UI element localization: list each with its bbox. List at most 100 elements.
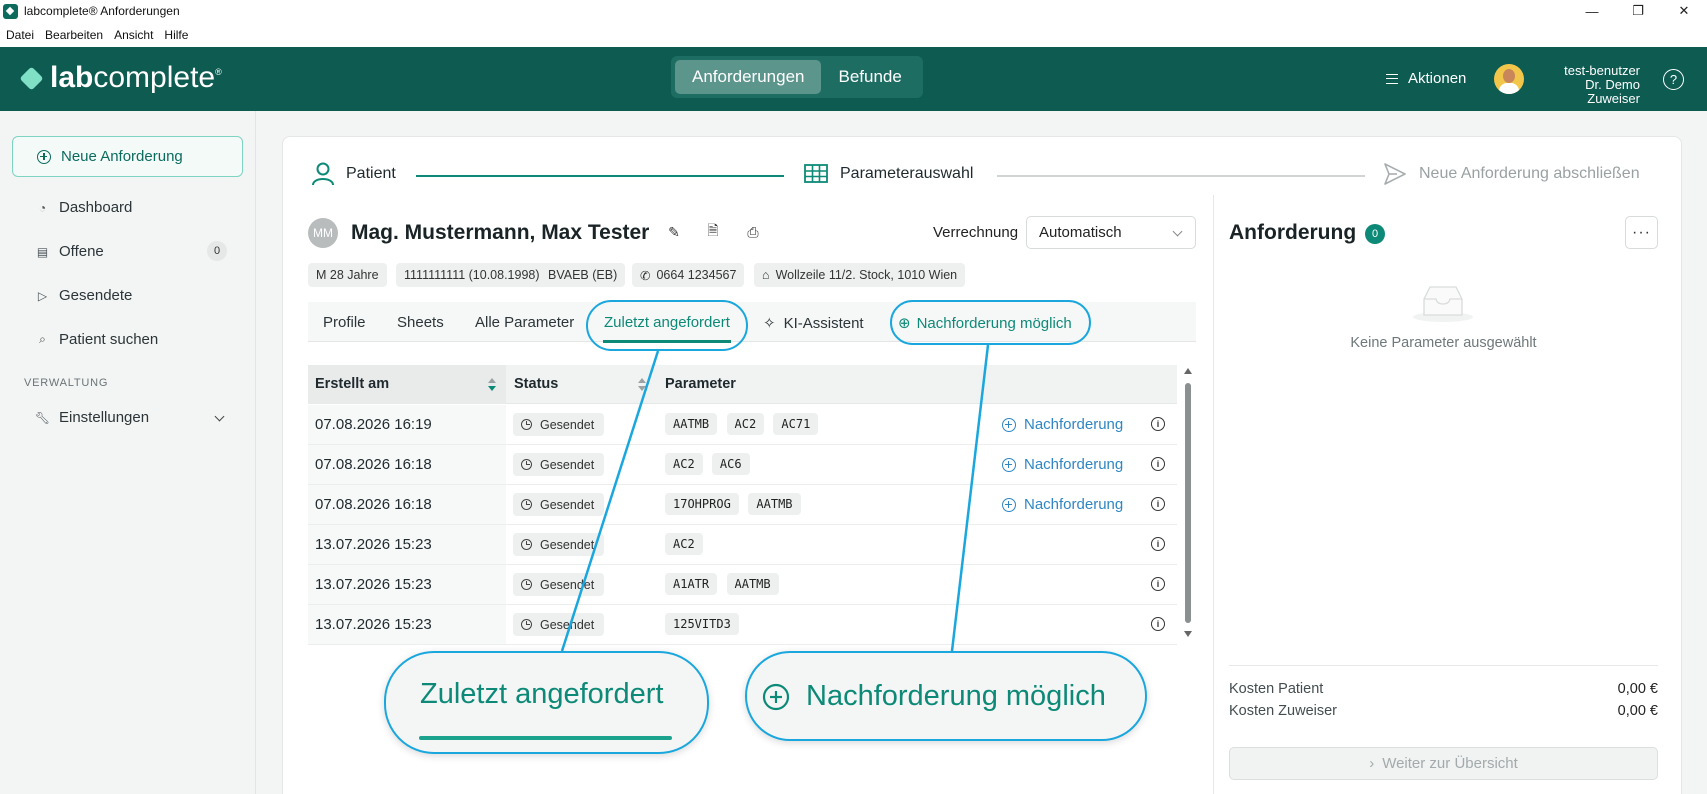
sidebar-item-offene[interactable]: ▤ Offene	[36, 243, 104, 260]
tab-anforderungen[interactable]: Anforderungen	[675, 60, 822, 94]
parameter-chip: AC6	[711, 453, 750, 475]
info-icon[interactable]: i	[1151, 617, 1165, 631]
step-patient[interactable]: Patient	[312, 162, 396, 186]
main-tab-switch: Anforderungen Befunde	[671, 56, 923, 98]
col-erstellt-am[interactable]: Erstellt am	[315, 376, 389, 392]
print-icon[interactable]: ⎙	[745, 224, 761, 240]
clock-icon	[521, 459, 532, 470]
cost-patient-label: Kosten Patient	[1229, 681, 1324, 697]
table-row[interactable]: 13.07.2026 15:23 Gesendet 125VITD3 i	[308, 605, 1177, 645]
empty-state-text: Keine Parameter ausgewählt	[1350, 335, 1537, 351]
request-count-badge: 0	[1365, 224, 1385, 244]
callout-zuletzt-angefordert: Zuletzt angefordert	[384, 651, 709, 754]
parameter-chip: AATMB	[748, 493, 801, 515]
document-icon[interactable]: 🗎︎	[705, 222, 721, 240]
help-icon[interactable]: ?	[1663, 69, 1684, 90]
info-icon[interactable]: i	[1151, 497, 1165, 511]
parameter-chip: A1ATR	[665, 573, 718, 595]
sort-icon[interactable]	[488, 378, 496, 392]
user-info[interactable]: test-benutzer Dr. Demo Zuweiser	[1530, 64, 1640, 106]
table-header: Erstellt am Status Parameter	[308, 365, 1177, 404]
info-icon[interactable]: i	[1151, 417, 1165, 431]
status-badge: Gesendet	[513, 533, 605, 556]
status-badge: Gesendet	[513, 613, 605, 636]
wrench-icon: 🔧︎	[34, 410, 51, 425]
chevron-down-icon	[1172, 226, 1183, 237]
continue-button[interactable]: › Weiter zur Übersicht	[1229, 747, 1658, 780]
col-parameter: Parameter	[665, 376, 736, 392]
chip-insurance: BVAEB (EB)	[540, 263, 626, 287]
chip-address: ⌂ Wollzeile 11/2. Stock, 1010 Wien	[754, 263, 966, 287]
nachforderung-button[interactable]: Nachforderung	[1002, 496, 1123, 513]
menu-icon	[1386, 73, 1398, 84]
plus-circle-icon	[37, 149, 51, 164]
status-badge: Gesendet	[513, 453, 605, 476]
actions-menu-button[interactable]: Aktionen	[1386, 70, 1466, 87]
cost-patient-value: 0,00 €	[1617, 681, 1658, 697]
table-row[interactable]: 07.08.2026 16:19 Gesendet AATMB AC2 AC71 Nach…	[308, 405, 1177, 445]
info-icon[interactable]: i	[1151, 457, 1165, 471]
plus-circle-icon	[762, 683, 790, 711]
menu-ansicht[interactable]: Ansicht	[114, 28, 153, 42]
chip-phone: ✆ 0664 1234567	[632, 263, 745, 287]
request-panel-title: Anforderung	[1229, 221, 1357, 244]
info-icon[interactable]: i	[1151, 537, 1165, 551]
table-row[interactable]: 13.07.2026 15:23 Gesendet A1ATR AATMB i	[308, 565, 1177, 605]
plus-circle-icon	[1002, 417, 1016, 432]
menu-bearbeiten[interactable]: Bearbeiten	[45, 28, 103, 42]
table-row[interactable]: 13.07.2026 15:23 Gesendet AC2 i	[308, 525, 1177, 565]
home-icon: ⌂	[762, 268, 770, 282]
chevron-down-icon[interactable]	[214, 411, 225, 422]
edit-icon[interactable]: ✎	[666, 224, 682, 240]
row-date: 07.08.2026 16:19	[315, 416, 432, 433]
parameter-chip: 125VITD3	[665, 613, 739, 635]
chevron-right-icon: ›	[1369, 755, 1375, 772]
avatar[interactable]	[1494, 64, 1524, 94]
table-row[interactable]: 07.08.2026 16:18 Gesendet AC2 AC6 Nachforder…	[308, 445, 1177, 485]
maximize-button[interactable]: ❐	[1615, 0, 1661, 22]
row-date: 07.08.2026 16:18	[315, 456, 432, 473]
minimize-button[interactable]: —	[1569, 0, 1615, 22]
more-options-button[interactable]: ···	[1625, 216, 1658, 249]
row-date: 13.07.2026 15:23	[315, 536, 432, 553]
sidebar-item-einstellungen[interactable]: 🔧︎ Einstellungen	[34, 409, 149, 426]
tab-profile[interactable]: Profile	[323, 314, 366, 331]
step-line-2	[997, 175, 1365, 177]
parameter-chip: AATMB	[726, 573, 779, 595]
tab-befunde[interactable]: Befunde	[821, 60, 918, 94]
sidebar-item-dashboard[interactable]: ◔ Dashboard	[36, 199, 133, 216]
section-label-verwaltung: VERWALTUNG	[24, 377, 109, 389]
parameter-chip: AC71	[773, 413, 819, 435]
cost-referrer-label: Kosten Zuweiser	[1229, 703, 1337, 719]
menu-hilfe[interactable]: Hilfe	[164, 28, 188, 42]
highlight-ring-nachforderung	[890, 300, 1091, 345]
clock-icon	[521, 579, 532, 590]
table-row[interactable]: 07.08.2026 16:18 Gesendet 17OHPROG AATMB Nac…	[308, 485, 1177, 525]
patient-avatar: MM	[308, 218, 338, 248]
info-icon[interactable]: i	[1151, 577, 1165, 591]
status-badge: Gesendet	[513, 573, 605, 596]
close-button[interactable]: ✕	[1661, 0, 1707, 22]
chip-ssn: 1111111111 (10.08.1998)	[396, 263, 548, 287]
billing-label: Verrechnung	[933, 224, 1019, 241]
nachforderung-button[interactable]: Nachforderung	[1002, 456, 1123, 473]
sidebar-item-gesendete[interactable]: ▷ Gesendete	[36, 287, 133, 304]
sidebar-item-patient-suchen[interactable]: ⌕ Patient suchen	[36, 331, 158, 348]
sort-icon[interactable]	[638, 378, 646, 392]
nachforderung-button[interactable]: Nachforderung	[1002, 416, 1123, 433]
logo[interactable]: lab complete ®	[19, 61, 222, 95]
billing-select[interactable]: Automatisch	[1026, 216, 1196, 249]
tab-sheets[interactable]: Sheets	[397, 314, 444, 331]
menu-datei[interactable]: Datei	[6, 28, 34, 42]
window-title: labcomplete® Anforderungen	[24, 4, 180, 18]
tab-ki-assistent[interactable]: ✧ KI-Assistent	[763, 314, 864, 332]
tab-alle-parameter[interactable]: Alle Parameter	[475, 314, 574, 331]
col-status[interactable]: Status	[514, 376, 558, 392]
step-abschliessen[interactable]: Neue Anforderung abschließen	[1383, 162, 1640, 186]
row-date: 07.08.2026 16:18	[315, 496, 432, 513]
new-request-button[interactable]: Neue Anforderung	[12, 136, 243, 177]
step-parameterauswahl[interactable]: Parameterauswahl	[804, 164, 973, 183]
table-scrollbar[interactable]	[1183, 368, 1193, 640]
row-date: 13.07.2026 15:23	[315, 616, 432, 633]
app-icon	[3, 3, 18, 19]
